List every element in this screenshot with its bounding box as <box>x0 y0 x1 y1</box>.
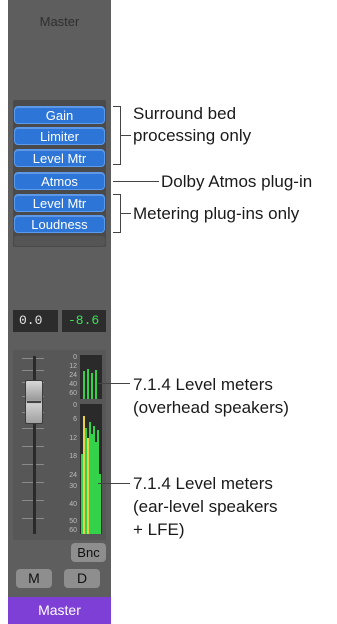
plugin-slot-gain[interactable]: Gain <box>14 106 105 124</box>
volume-readout[interactable]: 0.0 <box>13 310 58 332</box>
overhead-callout-line1: 7.1.4 Level meters <box>133 375 273 394</box>
meter-scale-label: 30 <box>69 483 77 490</box>
metering-callout: Metering plug-ins only <box>133 204 300 223</box>
ear-level-meter <box>80 404 102 534</box>
meter-scale-label: 50 <box>69 518 77 525</box>
bounce-button[interactable]: Bnc <box>71 543 106 562</box>
meter-scale-label: 12 <box>69 363 77 370</box>
channel-name-bottom: Master <box>8 597 111 624</box>
overhead-callout-line2: (overhead speakers) <box>133 398 289 417</box>
plugin-slot-level-meter-2[interactable]: Level Mtr <box>14 194 105 212</box>
overhead-level-meter <box>80 355 102 399</box>
metering-bracket <box>113 194 121 233</box>
meter-scale-label: 60 <box>69 390 77 397</box>
atmos-callout: Dolby Atmos plug-in <box>161 172 313 191</box>
surround-callout-line2: processing only <box>133 126 252 145</box>
meter-scale-label: 0 <box>73 402 77 409</box>
plugin-slot-level-meter[interactable]: Level Mtr <box>14 149 105 167</box>
meter-scale-label: 6 <box>73 416 77 423</box>
meter-scale-label: 24 <box>69 472 77 479</box>
ear-level-callout-line1: 7.1.4 Level meters <box>133 474 273 493</box>
overhead-leader-line <box>98 383 130 384</box>
meter-channel-bar <box>95 370 97 399</box>
ear-level-callout-line3: + LFE) <box>133 520 185 539</box>
plugin-slot-atmos[interactable]: Atmos <box>14 172 105 190</box>
surround-callout-line1: Surround bed <box>133 104 237 123</box>
dim-button[interactable]: D <box>64 569 100 588</box>
metering-bracket-stem <box>121 213 131 214</box>
volume-fader-handle[interactable] <box>25 380 43 424</box>
peak-readout[interactable]: -8.6 <box>62 310 106 332</box>
fader-meter-zone: 0 12 24 40 60 0 6 12 18 24 30 40 50 60 <box>13 350 106 540</box>
ear-level-callout-line2: (ear-level speakers <box>133 497 278 516</box>
atmos-leader-line <box>113 181 159 182</box>
mixer-annotation-figure: Master Gain Limiter Level Mtr Atmos Leve… <box>0 0 337 624</box>
meter-scale-label: 12 <box>69 435 77 442</box>
meter-scale-label: 60 <box>69 527 77 534</box>
meter-scale-label: 18 <box>69 453 77 460</box>
surround-bracket <box>113 106 121 165</box>
plugin-slot-limiter[interactable]: Limiter <box>14 127 105 145</box>
mute-button[interactable]: M <box>16 569 52 588</box>
ear-level-leader-line <box>98 483 130 484</box>
meter-channel-bar <box>91 373 93 399</box>
master-channel-strip: Master Gain Limiter Level Mtr Atmos Leve… <box>8 0 111 624</box>
empty-plugin-slot[interactable] <box>14 236 105 246</box>
channel-name-top: Master <box>39 14 80 29</box>
meter-scale-label: 40 <box>69 381 77 388</box>
meter-scale-label: 24 <box>69 372 77 379</box>
meter-scale-label: 40 <box>69 501 77 508</box>
meter-scale-label: 0 <box>73 354 77 361</box>
plugin-slot-loudness[interactable]: Loudness <box>14 215 105 233</box>
meter-channel-bar <box>87 369 89 399</box>
surround-bracket-stem <box>121 135 131 136</box>
meter-channel-bar <box>83 371 85 399</box>
